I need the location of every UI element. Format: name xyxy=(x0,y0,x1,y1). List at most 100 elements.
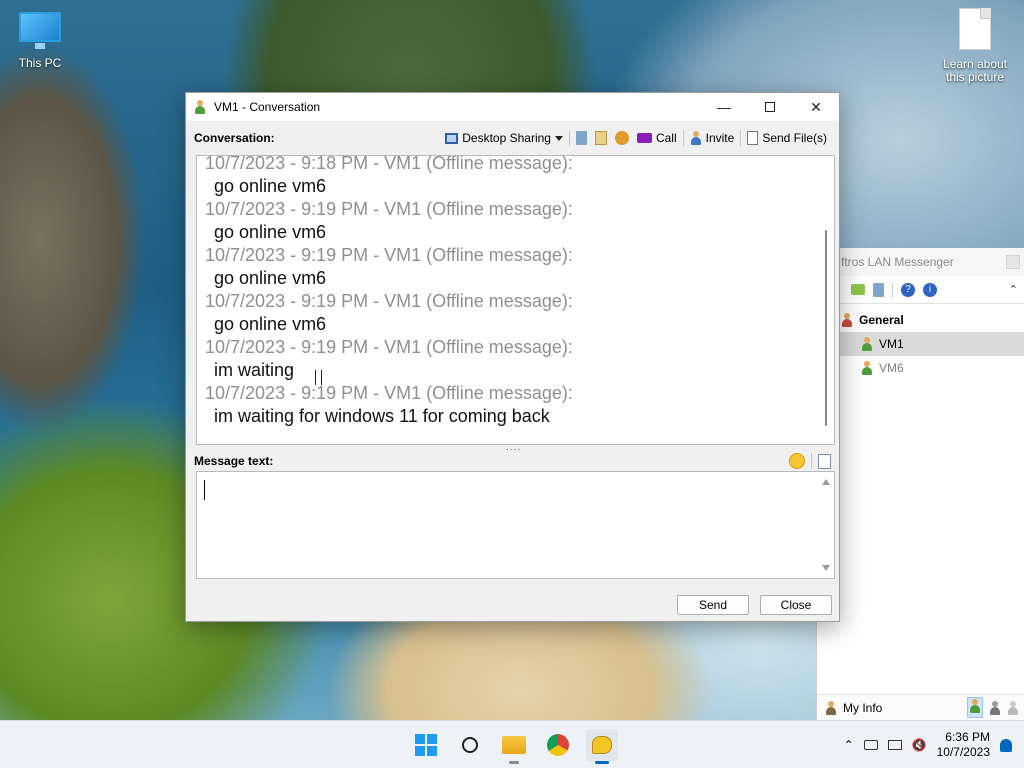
clock-date: 10/7/2023 xyxy=(936,745,990,759)
message-meta: 10/7/2023 - 9:19 PM - VM1 (Offline messa… xyxy=(205,199,573,219)
message-meta: 10/7/2023 - 9:19 PM - VM1 (Offline messa… xyxy=(205,383,573,403)
send-files-label: Send File(s) xyxy=(762,131,827,145)
system-tray: ⌃ 🔇 6:36 PM 10/7/2023 xyxy=(844,721,1024,768)
scroll-up-arrow-icon[interactable] xyxy=(822,479,830,485)
scroll-down-arrow-icon[interactable] xyxy=(822,565,830,571)
history-icon[interactable] xyxy=(873,282,884,297)
chevron-up-icon[interactable]: ⌃ xyxy=(1009,283,1018,296)
active-indicator xyxy=(595,761,609,764)
window-title: VM1 - Conversation xyxy=(214,100,321,114)
chrome-icon xyxy=(547,734,569,756)
desktop-icon-label: This PC xyxy=(18,56,62,70)
monitor-icon xyxy=(19,12,61,49)
clock[interactable]: 6:36 PM 10/7/2023 xyxy=(937,730,990,760)
clock-time: 6:36 PM xyxy=(945,730,990,744)
help-icon[interactable]: ? xyxy=(901,282,915,297)
font-style-icon[interactable] xyxy=(818,453,831,469)
message-input[interactable] xyxy=(197,472,819,578)
message-meta: 10/7/2023 - 9:19 PM - VM1 (Offline messa… xyxy=(205,291,573,311)
desktop-sharing-icon xyxy=(445,132,459,144)
message-text: im waiting xyxy=(214,360,295,380)
desktop-icon-learn-picture[interactable]: Learn about this picture xyxy=(938,8,1012,84)
group-general[interactable]: General xyxy=(817,308,1024,332)
dropdown-arrow-icon xyxy=(554,135,563,141)
status-online-icon[interactable] xyxy=(967,697,983,718)
chrome-button[interactable] xyxy=(542,729,574,761)
search-button[interactable] xyxy=(454,729,486,761)
lan-toolbar: ? i ⌃ xyxy=(817,276,1024,304)
show-hidden-icons-chevron-icon[interactable]: ⌃ xyxy=(844,738,854,752)
group-icon xyxy=(841,313,853,327)
search-icon xyxy=(462,737,478,753)
invite-label: Invite xyxy=(705,131,735,145)
conversation-window: VM1 - Conversation — ✕ Conversation: Des… xyxy=(185,92,840,622)
send-button[interactable]: Send xyxy=(677,595,749,615)
toolbar-separator xyxy=(568,130,570,146)
conversation-history[interactable]: 10/7/2023 - 9:18 PM - VM1 (Offline messa… xyxy=(196,155,835,445)
network-icon[interactable] xyxy=(863,740,878,750)
invite-users-icon xyxy=(690,131,702,145)
display-icon[interactable] xyxy=(887,740,902,750)
desktop-sharing-label: Desktop Sharing xyxy=(462,131,551,145)
transfers-button[interactable] xyxy=(591,128,611,148)
send-file-icon xyxy=(747,131,759,145)
maximize-button[interactable] xyxy=(747,93,793,121)
my-info-link[interactable]: My Info xyxy=(843,701,882,715)
message-text: go online vm6 xyxy=(214,222,327,242)
desktop-icon-this-pc[interactable]: This PC xyxy=(4,12,76,70)
status-offline-icon[interactable] xyxy=(1007,700,1019,715)
user-name: VM6 xyxy=(879,361,904,375)
message-text: go online vm6 xyxy=(214,314,327,334)
user-row-vm6[interactable]: VM6 xyxy=(817,356,1024,380)
volume-muted-icon[interactable]: 🔇 xyxy=(912,738,927,752)
notification-bell-icon[interactable] xyxy=(1000,738,1012,752)
call-button[interactable]: Call xyxy=(633,128,681,148)
call-label: Call xyxy=(655,131,677,145)
group-name: General xyxy=(859,313,904,327)
conversation-scrollbar[interactable] xyxy=(818,156,834,444)
message-list: 10/7/2023 - 9:18 PM - VM1 (Offline messa… xyxy=(205,155,815,428)
close-window-button[interactable]: ✕ xyxy=(793,93,839,121)
video-camera-icon xyxy=(636,133,652,143)
lan-messenger-taskbar-button[interactable] xyxy=(586,729,618,764)
message-meta: 10/7/2023 - 9:18 PM - VM1 (Offline messa… xyxy=(205,155,573,173)
folder-icon xyxy=(502,736,526,754)
info-icon[interactable]: i xyxy=(923,282,937,297)
send-files-button[interactable]: Send File(s) xyxy=(743,128,831,148)
lan-messenger-title: ftros LAN Messenger xyxy=(841,255,954,269)
status-busy-icon[interactable] xyxy=(989,700,1001,715)
message-meta: 10/7/2023 - 9:19 PM - VM1 (Offline messa… xyxy=(205,337,573,357)
minimize-button[interactable]: — xyxy=(701,93,747,121)
conversation-user-icon xyxy=(194,100,206,114)
message-label-row: Message text: xyxy=(186,451,841,471)
desktop-sharing-button[interactable]: Desktop Sharing xyxy=(441,128,567,148)
user-row-vm1[interactable]: VM1 xyxy=(817,332,1024,356)
history-button[interactable] xyxy=(572,128,591,148)
toolbar-separator xyxy=(740,130,742,146)
document-icon xyxy=(959,8,991,50)
conversation-toolbar: Conversation: Desktop Sharing Call Invit… xyxy=(186,127,841,149)
message-meta: 10/7/2023 - 9:19 PM - VM1 (Offline messa… xyxy=(205,245,573,265)
file-explorer-button[interactable] xyxy=(498,729,530,764)
my-info-icon xyxy=(825,700,837,715)
close-button[interactable]: Close xyxy=(760,595,832,615)
emoticon-icon[interactable] xyxy=(789,453,805,469)
message-text: im waiting for windows 11 for coming bac… xyxy=(214,406,550,426)
start-button[interactable] xyxy=(410,729,442,761)
message-input-box xyxy=(196,471,835,579)
running-indicator xyxy=(509,761,519,764)
conversation-label: Conversation: xyxy=(194,131,275,145)
message-input-scrollbar[interactable] xyxy=(818,472,834,578)
transfers-icon xyxy=(594,131,607,145)
invite-button[interactable]: Invite xyxy=(686,128,739,148)
text-caret xyxy=(204,480,205,500)
toolbar-separator xyxy=(811,453,812,469)
broadcast-button[interactable] xyxy=(611,128,633,148)
folder-icon[interactable] xyxy=(851,284,865,295)
message-text: go online vm6 xyxy=(214,176,327,196)
lan-status-bar: My Info xyxy=(817,694,1024,720)
toolbar-separator xyxy=(682,130,684,146)
scrollbar-thumb[interactable] xyxy=(825,230,827,426)
lan-close-button[interactable] xyxy=(1006,255,1020,269)
message-text-label: Message text: xyxy=(194,454,274,468)
